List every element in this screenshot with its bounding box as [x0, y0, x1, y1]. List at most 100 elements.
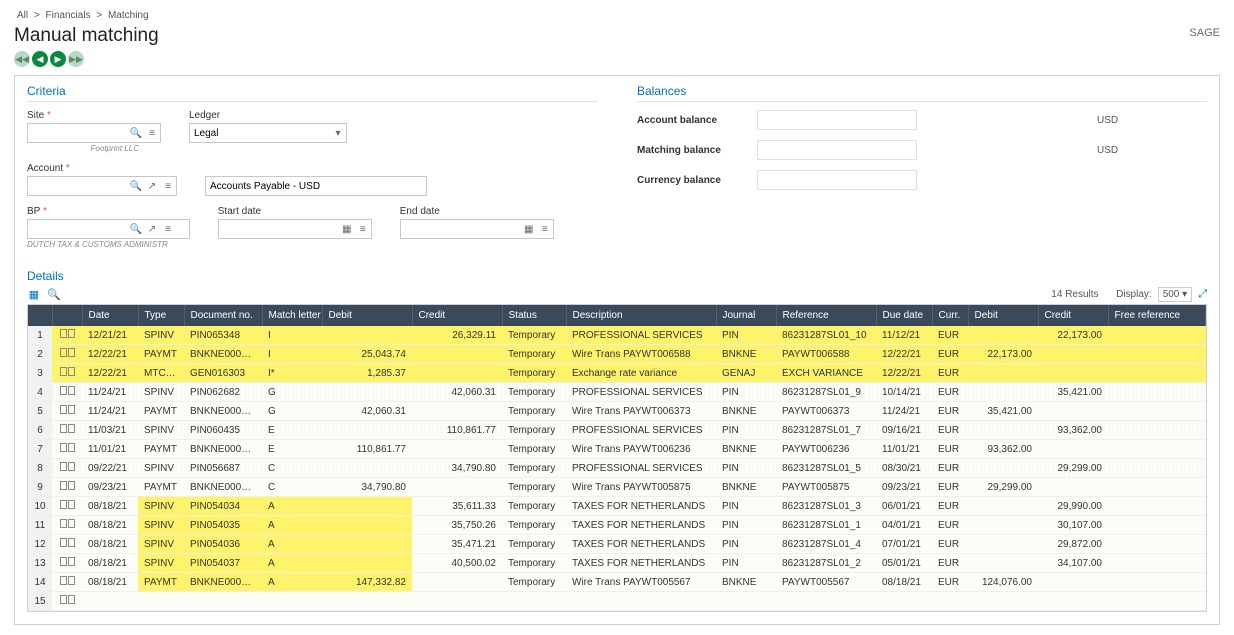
cell-debit[interactable]: [322, 554, 412, 573]
cell-date[interactable]: 09/22/21: [82, 459, 138, 478]
cell-type[interactable]: PAYMT: [138, 440, 184, 459]
table-row[interactable]: 909/23/21PAYMTBNKNE000028C34,790.80Tempo…: [28, 478, 1206, 497]
cell-free[interactable]: [1108, 535, 1206, 554]
row-actions-icon[interactable]: [60, 519, 75, 528]
row-actions[interactable]: [52, 383, 82, 402]
cell-credit[interactable]: 35,471.21: [412, 535, 502, 554]
cell-credit[interactable]: 26,329.11: [412, 326, 502, 345]
site-input[interactable]: [28, 126, 128, 141]
cell-due[interactable]: 10/14/21: [876, 383, 932, 402]
cell-docno[interactable]: [184, 592, 262, 611]
cell-ref[interactable]: 86231287SL01_5: [776, 459, 876, 478]
cell-due[interactable]: 11/01/21: [876, 440, 932, 459]
cell-date[interactable]: 08/18/21: [82, 535, 138, 554]
details-grid[interactable]: DateTypeDocument no.Match letterDebitCre…: [27, 304, 1207, 612]
calendar-icon[interactable]: ▦: [339, 224, 355, 235]
row-actions[interactable]: [52, 459, 82, 478]
grid-settings-icon[interactable]: ▦: [27, 288, 41, 302]
list-icon[interactable]: ≡: [355, 224, 371, 235]
col-1[interactable]: [52, 305, 82, 326]
cell-curr[interactable]: EUR: [932, 459, 968, 478]
cell-debit2[interactable]: 22,173.00: [968, 345, 1038, 364]
cell-match[interactable]: [262, 592, 322, 611]
cell-free[interactable]: [1108, 345, 1206, 364]
row-actions-icon[interactable]: [60, 348, 75, 357]
cell-date[interactable]: 08/18/21: [82, 497, 138, 516]
cell-ref[interactable]: [776, 592, 876, 611]
cell-journal[interactable]: PIN: [716, 516, 776, 535]
cell-date[interactable]: 12/22/21: [82, 364, 138, 383]
row-actions[interactable]: [52, 535, 82, 554]
row-number[interactable]: 14: [28, 573, 52, 592]
cell-status[interactable]: Temporary: [502, 421, 566, 440]
cell-free[interactable]: [1108, 383, 1206, 402]
row-number[interactable]: 11: [28, 516, 52, 535]
row-actions-icon[interactable]: [60, 424, 75, 433]
col-3[interactable]: Type: [138, 305, 184, 326]
cell-due[interactable]: 06/01/21: [876, 497, 932, 516]
table-row[interactable]: 212/22/21PAYMTBNKNE000078I25,043.74Tempo…: [28, 345, 1206, 364]
prev-record-icon[interactable]: ◀: [32, 51, 48, 67]
cell-desc[interactable]: TAXES FOR NETHERLANDS: [566, 516, 716, 535]
cell-ref[interactable]: PAYWT005875: [776, 478, 876, 497]
cell-debit[interactable]: 147,332.82: [322, 573, 412, 592]
cell-credit[interactable]: 35,750.26: [412, 516, 502, 535]
cell-curr[interactable]: EUR: [932, 516, 968, 535]
table-row[interactable]: 112/21/21SPINVPIN065348I26,329.11Tempora…: [28, 326, 1206, 345]
cell-debit[interactable]: [322, 326, 412, 345]
cell-credit2[interactable]: 29,990.00: [1038, 497, 1108, 516]
cell-desc[interactable]: Wire Trans PAYWT006588: [566, 345, 716, 364]
cell-date[interactable]: 12/22/21: [82, 345, 138, 364]
cell-debit[interactable]: 1,285.37: [322, 364, 412, 383]
row-actions[interactable]: [52, 326, 82, 345]
cell-curr[interactable]: EUR: [932, 440, 968, 459]
search-icon[interactable]: 🔍: [47, 288, 61, 302]
cell-status[interactable]: Temporary: [502, 478, 566, 497]
cell-docno[interactable]: PIN054034: [184, 497, 262, 516]
cell-credit[interactable]: [412, 573, 502, 592]
cell-date[interactable]: 11/24/21: [82, 402, 138, 421]
cell-ref[interactable]: 86231287SL01_4: [776, 535, 876, 554]
cell-ref[interactable]: 86231287SL01_3: [776, 497, 876, 516]
cell-type[interactable]: SPINV: [138, 554, 184, 573]
cell-status[interactable]: Temporary: [502, 516, 566, 535]
row-number[interactable]: 3: [28, 364, 52, 383]
goto-icon[interactable]: ↗: [144, 181, 160, 192]
cell-debit[interactable]: 34,790.80: [322, 478, 412, 497]
cell-desc[interactable]: TAXES FOR NETHERLANDS: [566, 497, 716, 516]
row-actions[interactable]: [52, 592, 82, 611]
cell-match[interactable]: A: [262, 573, 322, 592]
cell-type[interactable]: PAYMT: [138, 573, 184, 592]
cell-match[interactable]: G: [262, 402, 322, 421]
cell-credit2[interactable]: 34,107.00: [1038, 554, 1108, 573]
cell-due[interactable]: 04/01/21: [876, 516, 932, 535]
cell-debit[interactable]: [322, 592, 412, 611]
chevron-down-icon[interactable]: ▾: [330, 128, 346, 139]
cell-journal[interactable]: PIN: [716, 326, 776, 345]
cell-debit2[interactable]: [968, 554, 1038, 573]
cell-debit2[interactable]: [968, 364, 1038, 383]
cell-docno[interactable]: PIN062682: [184, 383, 262, 402]
cell-credit[interactable]: 110,861.77: [412, 421, 502, 440]
cell-credit[interactable]: [412, 592, 502, 611]
cell-status[interactable]: Temporary: [502, 326, 566, 345]
cell-status[interactable]: Temporary: [502, 402, 566, 421]
cell-type[interactable]: SPINV: [138, 516, 184, 535]
cell-ref[interactable]: 86231287SL01_7: [776, 421, 876, 440]
col-4[interactable]: Document no.: [184, 305, 262, 326]
cell-due[interactable]: 09/23/21: [876, 478, 932, 497]
cell-credit2[interactable]: [1038, 573, 1108, 592]
cell-type[interactable]: SPINV: [138, 535, 184, 554]
cell-desc[interactable]: PROFESSIONAL SERVICES: [566, 383, 716, 402]
cell-credit[interactable]: [412, 402, 502, 421]
cell-debit[interactable]: [322, 535, 412, 554]
table-row[interactable]: 411/24/21SPINVPIN062682G42,060.31Tempora…: [28, 383, 1206, 402]
cell-journal[interactable]: PIN: [716, 535, 776, 554]
col-16[interactable]: Free reference: [1108, 305, 1206, 326]
cell-status[interactable]: Temporary: [502, 535, 566, 554]
cell-docno[interactable]: BNKNE000070: [184, 402, 262, 421]
cell-credit[interactable]: [412, 440, 502, 459]
cell-match[interactable]: C: [262, 459, 322, 478]
search-icon[interactable]: 🔍: [128, 181, 144, 192]
breadcrumb[interactable]: All > Financials > Matching: [14, 10, 1220, 21]
